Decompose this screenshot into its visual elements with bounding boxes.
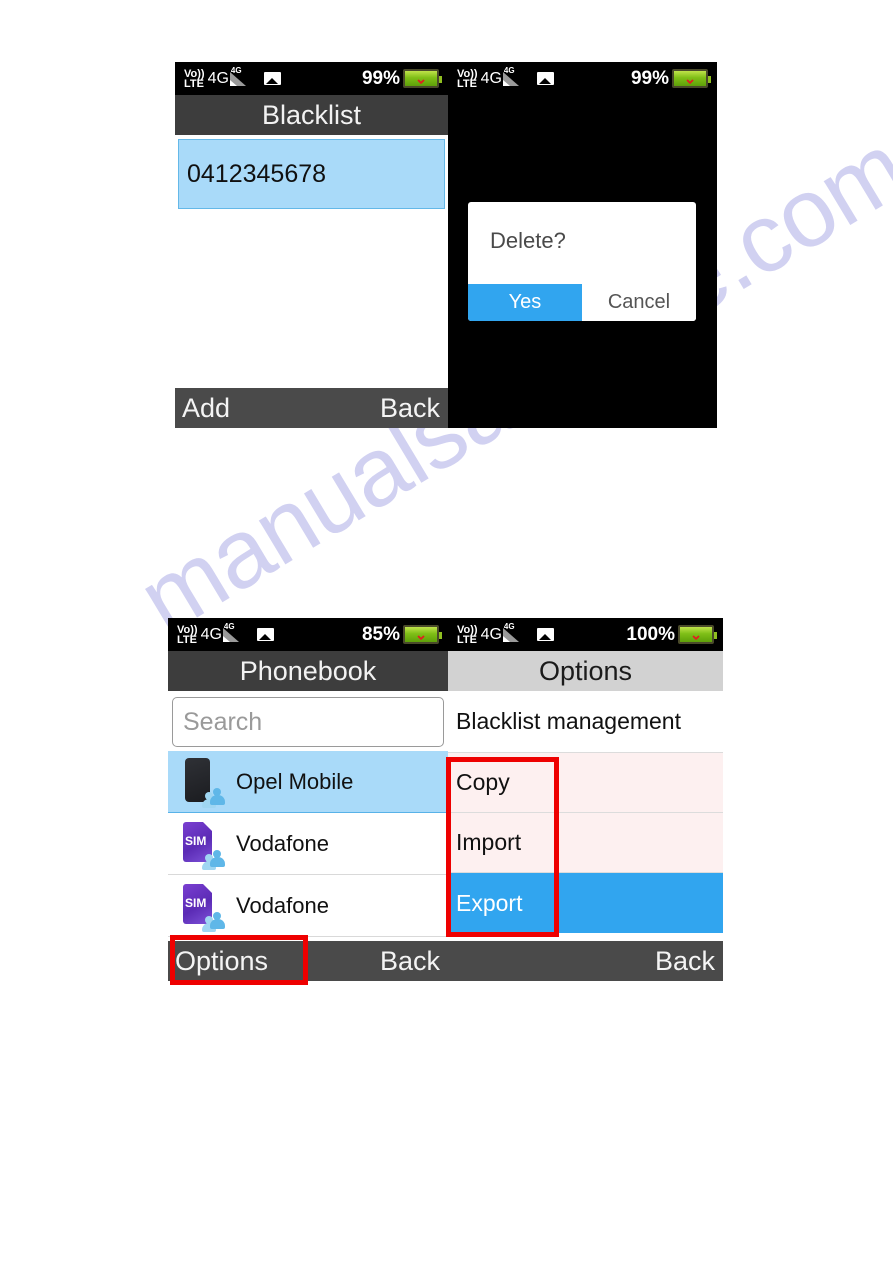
picture-icon (536, 628, 554, 641)
option-blacklist-management[interactable]: Blacklist management (448, 691, 723, 753)
contact-name: Opel Mobile (236, 768, 354, 794)
search-placeholder: Search (183, 707, 263, 736)
battery-percent: 99% (630, 67, 669, 89)
volte-indicator: Vo)) LTE (457, 67, 478, 90)
search-input[interactable]: Search (172, 697, 444, 747)
yes-button[interactable]: Yes (468, 284, 582, 321)
contact-row-opel-mobile[interactable]: Opel Mobile (168, 751, 448, 813)
footer-bar: Options Back (168, 941, 448, 981)
volte-top: Vo)) (457, 67, 478, 80)
signal-strength-icon: 4G (502, 66, 521, 86)
option-import[interactable]: Import (448, 813, 723, 873)
page-title: Blacklist (175, 95, 448, 135)
battery-icon: ⌄ (403, 625, 442, 644)
battery-icon: ⌄ (403, 69, 442, 88)
volte-indicator: Vo)) LTE (457, 623, 478, 646)
volte-bottom: LTE (457, 633, 477, 646)
add-button[interactable]: Add (175, 393, 230, 424)
back-button[interactable]: Back (380, 946, 448, 977)
battery-percent: 85% (361, 623, 400, 645)
network-type-label: 4G (207, 69, 229, 87)
volte-bottom: LTE (457, 77, 477, 90)
dialog-message: Delete? (490, 228, 566, 253)
phone-screen-options: Vo)) LTE 4G 4G 100% ⌄ Options Blacklist … (448, 618, 723, 981)
picture-icon (536, 72, 554, 85)
status-bar: Vo)) LTE 4G 4G 100% ⌄ (448, 618, 723, 651)
volte-indicator: Vo)) LTE (177, 623, 198, 646)
sim-contact-icon: SIM (182, 820, 225, 870)
cancel-button[interactable]: Cancel (582, 284, 696, 321)
sim-label: SIM (185, 895, 207, 910)
phone-screen-blacklist: Vo)) LTE 4G 4G 99% ⌄ Blacklist 041234567… (175, 62, 448, 428)
status-bar: Vo)) LTE 4G 4G 85% ⌄ (168, 618, 448, 651)
page-title: Options (448, 651, 723, 691)
volte-top: Vo)) (177, 623, 198, 636)
status-right-group: 99% ⌄ (362, 68, 443, 90)
blacklist-entry[interactable]: 0412345678 (178, 139, 445, 209)
dialog-buttons: Yes Cancel (468, 284, 696, 321)
footer-bar: Add Back (175, 388, 448, 428)
battery-percent: 100% (626, 623, 675, 645)
picture-icon (263, 72, 281, 85)
contact-name: Vodafone (236, 830, 329, 856)
picture-icon (256, 628, 274, 641)
page-title: Phonebook (168, 651, 448, 691)
battery-icon: ⌄ (678, 625, 717, 644)
status-bar: Vo)) LTE 4G 4G 99% ⌄ (448, 62, 717, 95)
network-type-label: 4G (480, 625, 502, 643)
volte-bottom: LTE (184, 77, 204, 90)
signal-strength-icon: 4G (502, 622, 521, 642)
option-export[interactable]: Export (448, 873, 723, 933)
status-right-group: 100% ⌄ (626, 624, 718, 646)
sim-contact-icon: SIM (182, 882, 225, 932)
phone-screen-phonebook: Vo)) LTE 4G 4G 85% ⌄ Phonebook Search Op… (168, 618, 448, 981)
contact-name: Vodafone (236, 892, 329, 918)
battery-icon: ⌄ (672, 69, 711, 88)
volte-top: Vo)) (184, 67, 205, 80)
signal-strength-icon: 4G (229, 66, 248, 86)
phone-contact-icon (182, 757, 225, 808)
signal-strength-icon: 4G (222, 622, 241, 642)
battery-percent: 99% (361, 67, 400, 89)
sim-label: SIM (185, 833, 207, 848)
status-right-group: 99% ⌄ (631, 68, 712, 90)
network-type-label: 4G (200, 625, 222, 643)
contact-row-vodafone-1[interactable]: SIM Vodafone (168, 813, 448, 875)
back-button[interactable]: Back (380, 393, 448, 424)
options-button[interactable]: Options (168, 946, 268, 977)
status-bar: Vo)) LTE 4G 4G 99% ⌄ (175, 62, 448, 95)
volte-bottom: LTE (177, 633, 197, 646)
option-copy[interactable]: Copy (448, 753, 723, 813)
back-button[interactable]: Back (655, 946, 723, 977)
volte-top: Vo)) (457, 623, 478, 636)
footer-bar: Back (448, 941, 723, 981)
network-type-label: 4G (480, 69, 502, 87)
phone-screen-delete-dialog: Vo)) LTE 4G 4G 99% ⌄ Delete? Yes Cancel (448, 62, 717, 428)
delete-confirm-dialog: Delete? Yes Cancel (468, 202, 696, 321)
volte-indicator: Vo)) LTE (184, 67, 205, 90)
contact-row-vodafone-2[interactable]: SIM Vodafone (168, 875, 448, 937)
status-right-group: 85% ⌄ (362, 624, 443, 646)
